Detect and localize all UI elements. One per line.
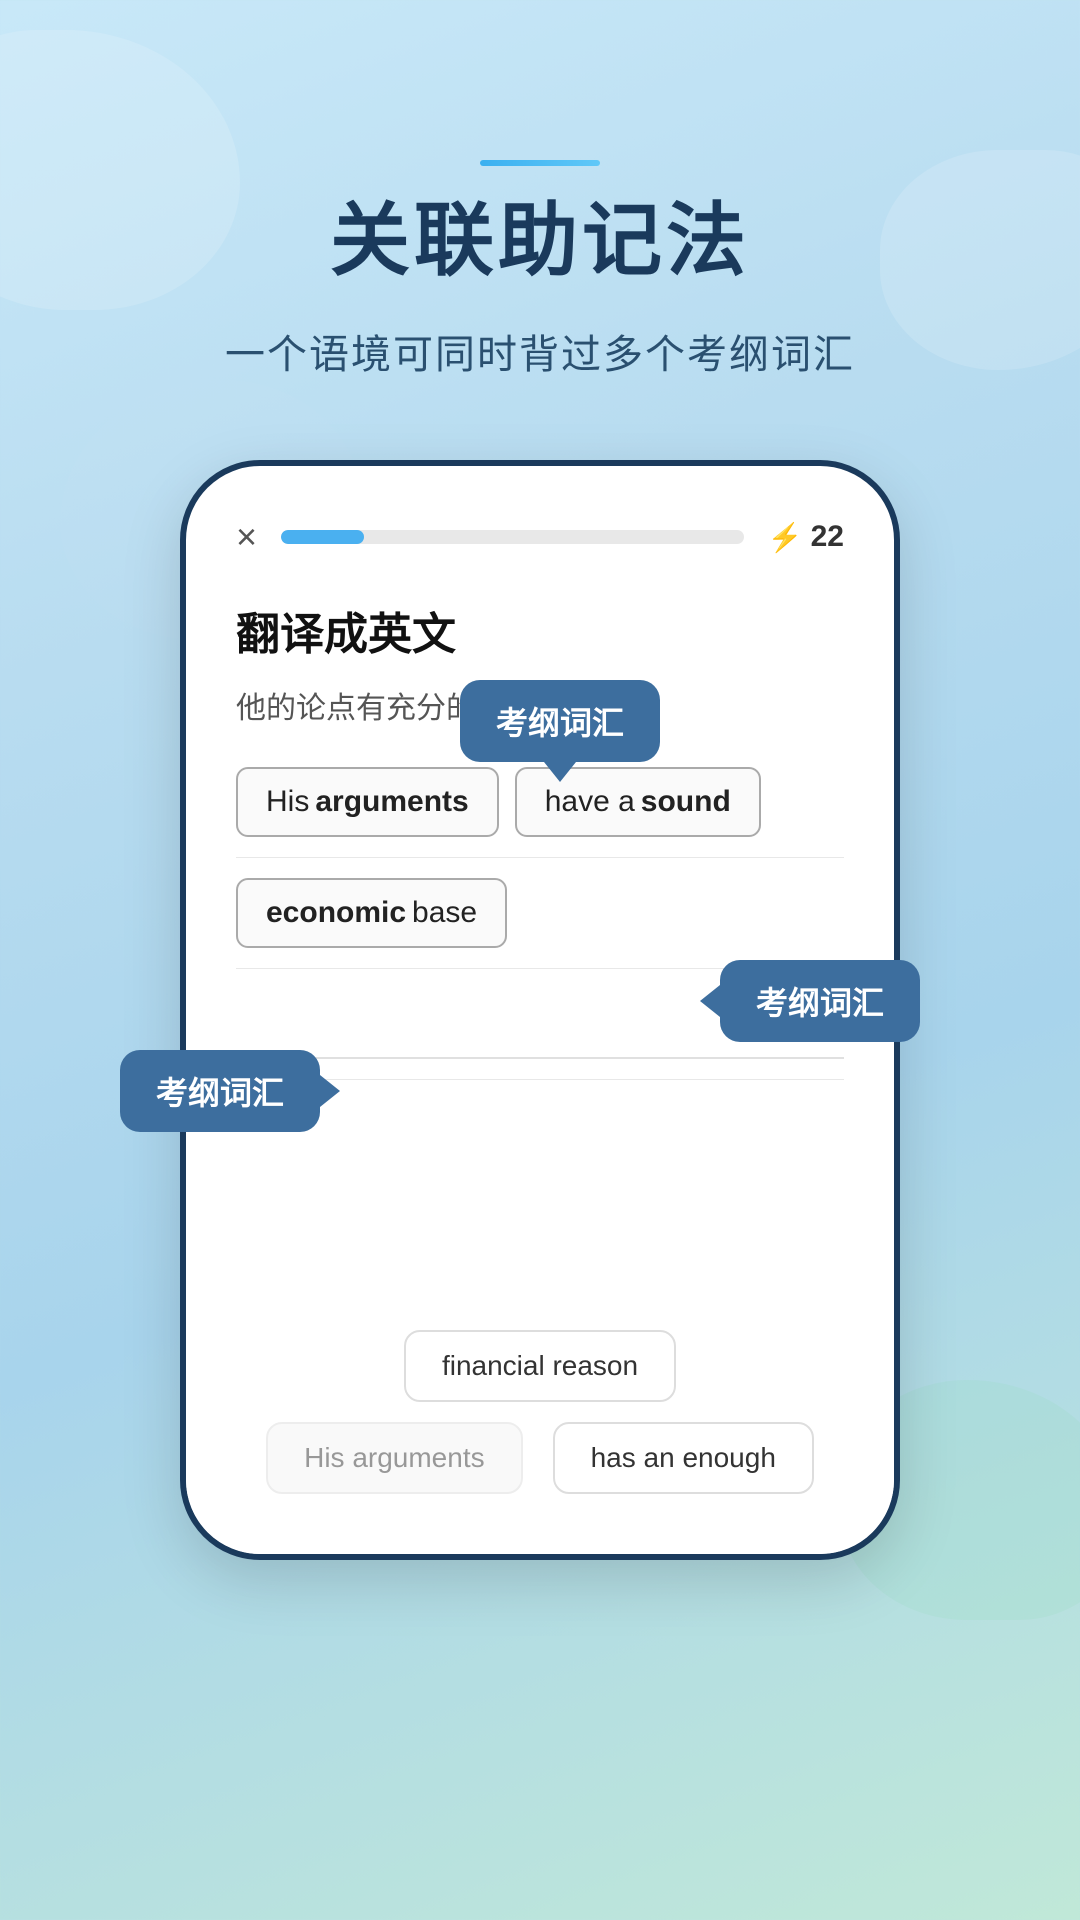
option-chip-has-an-enough[interactable]: has an enough	[553, 1422, 814, 1494]
answer-bold-arguments: arguments	[315, 785, 468, 819]
answer-row-1: His arguments have a sound	[236, 767, 844, 837]
separator-1	[236, 857, 844, 858]
close-button[interactable]: ×	[236, 516, 257, 558]
option-row-2: His arguments has an enough	[236, 1422, 844, 1494]
answer-bold-economic: economic	[266, 896, 406, 930]
answer-bold-sound: sound	[641, 785, 731, 819]
subtitle: 一个语境可同时背过多个考纲词汇	[225, 322, 855, 380]
answer-chip-economic: economic base	[236, 878, 507, 948]
option-row-1: financial reason	[236, 1330, 844, 1402]
answer-chip-arguments: His arguments	[236, 767, 499, 837]
main-title: 关联助记法	[330, 176, 750, 292]
progress-bar-fill	[281, 530, 364, 544]
score-area: ⚡ 22	[768, 520, 844, 554]
top-bar: × ⚡ 22	[236, 516, 844, 558]
answer-row-2: economic base	[236, 878, 844, 948]
option-chip-financial[interactable]: financial reason	[404, 1330, 676, 1402]
phone-mockup: 考纲词汇 考纲词汇 考纲词汇 × ⚡ 22	[180, 460, 900, 1560]
options-area: financial reason His arguments has an en…	[186, 1310, 894, 1554]
tooltip-bubble-1: 考纲词汇	[460, 680, 660, 762]
question-title: 翻译成英文	[236, 598, 844, 662]
accent-underline	[480, 160, 600, 166]
tooltip-bubble-2: 考纲词汇	[720, 960, 920, 1042]
option-text-financial: financial reason	[442, 1350, 638, 1382]
option-text-has-an-enough: has an enough	[591, 1442, 776, 1474]
page-content: 关联助记法 一个语境可同时背过多个考纲词汇 考纲词汇 考纲词汇 考纲词汇 ×	[0, 0, 1080, 1560]
lightning-icon: ⚡	[768, 521, 803, 554]
answer-part-base: base	[412, 896, 477, 930]
answer-part-have-a: have a	[545, 785, 635, 819]
score-value: 22	[811, 520, 844, 554]
tooltip-bubble-3: 考纲词汇	[120, 1050, 320, 1132]
option-text-his-arguments: His arguments	[304, 1442, 485, 1474]
progress-bar-background	[281, 530, 744, 544]
option-chip-his-arguments[interactable]: His arguments	[266, 1422, 523, 1494]
answer-part-his: His	[266, 785, 309, 819]
